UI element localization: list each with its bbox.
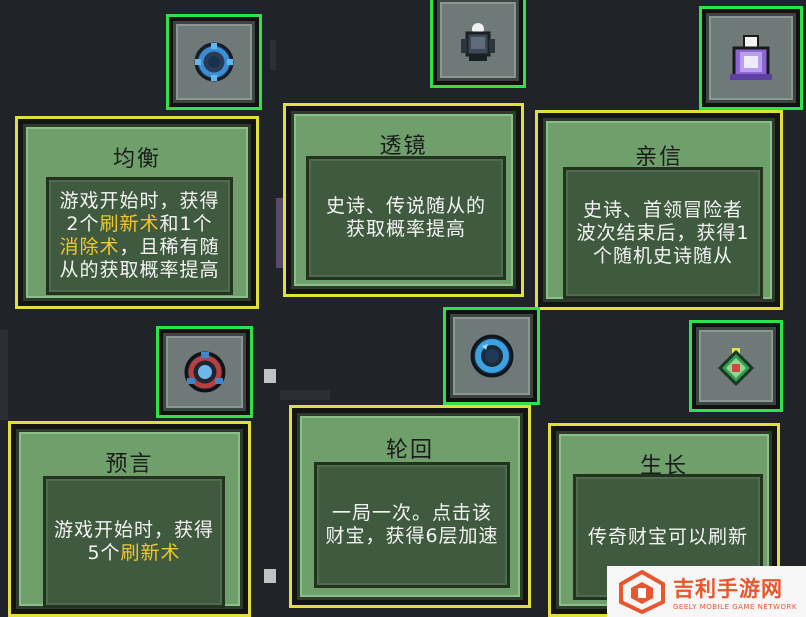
balance-icon-tile[interactable]	[166, 14, 262, 110]
card-description-text: 传奇财宝可以刷新	[587, 525, 748, 548]
watermark-logo-icon	[619, 569, 665, 614]
icon-frame	[437, 0, 519, 81]
card-description: 游戏开始时，获得2个刷新术和1个消除术，且稀有随从的获取概率提高	[46, 177, 233, 295]
card-title: 均衡	[112, 147, 161, 172]
card-description-text: 史诗、首领冒险者波次结束后，获得1个随机史诗随从	[576, 198, 750, 267]
card-description: 游戏开始时，获得5个刷新术	[43, 476, 225, 608]
growth-gem-icon	[717, 348, 755, 387]
treasure-selection-screen: 均衡 游戏开始时，获得2个刷新术和1个消除术，且稀有随从的获取概率提高 透镜 史…	[0, 0, 806, 617]
card-reincarnation[interactable]: 轮回 一局一次。点击该财宝，获得6层加速	[289, 405, 531, 608]
spell-remove-highlight: 消除术	[59, 236, 120, 258]
reincarnation-icon-tile[interactable]	[443, 307, 540, 405]
growth-icon-tile[interactable]	[689, 320, 783, 412]
card-balance[interactable]: 均衡 游戏开始时，获得2个刷新术和1个消除术，且稀有随从的获取概率提高	[15, 116, 259, 309]
card-body: 亲信 史诗、首领冒险者波次结束后，获得1个随机史诗随从	[543, 118, 775, 302]
background-detail	[264, 369, 276, 383]
background-detail	[280, 390, 330, 400]
lens-statue-icon	[461, 23, 495, 61]
reincarnation-ring-icon	[470, 334, 513, 378]
spell-refresh-highlight: 刷新术	[99, 213, 160, 235]
prophecy-orb-icon	[184, 351, 225, 393]
card-description: 史诗、首领冒险者波次结束后，获得1个随机史诗随从	[563, 167, 763, 299]
card-description-text: 一局一次。点击该财宝，获得6层加速	[325, 502, 499, 547]
balance-ring-icon	[194, 42, 234, 82]
card-body: 透镜 史诗、传说随从的获取概率提高	[291, 111, 516, 289]
background-detail	[270, 40, 276, 70]
card-title: 预言	[105, 452, 154, 477]
icon-frame	[163, 333, 246, 411]
lens-icon-tile[interactable]	[430, 0, 526, 88]
card-description-text: 游戏开始时，获得2个刷新术和1个消除术，且稀有随从的获取概率提高	[57, 190, 222, 282]
icon-frame	[706, 13, 796, 103]
watermark-subtitle: GEELY MOBILE GAME NETWORK	[673, 602, 797, 611]
watermark-text: 吉利手游网 GEELY MOBILE GAME NETWORK	[673, 573, 797, 611]
background-detail	[0, 330, 8, 420]
card-confidant[interactable]: 亲信 史诗、首领冒险者波次结束后，获得1个随机史诗随从	[535, 110, 783, 310]
card-body: 均衡 游戏开始时，获得2个刷新术和1个消除术，且稀有随从的获取概率提高	[23, 124, 251, 301]
spell-refresh-highlight: 刷新术	[120, 542, 181, 564]
card-body: 轮回 一局一次。点击该财宝，获得6层加速	[297, 413, 523, 600]
card-prophecy[interactable]: 预言 游戏开始时，获得5个刷新术	[8, 421, 251, 617]
icon-frame	[696, 327, 776, 405]
background-detail	[264, 569, 276, 583]
card-description: 史诗、传说随从的获取概率提高	[306, 156, 506, 280]
card-body: 预言 游戏开始时，获得5个刷新术	[16, 429, 243, 609]
confidant-banner-icon	[730, 35, 772, 80]
icon-frame	[173, 21, 255, 103]
prophecy-icon-tile[interactable]	[156, 326, 253, 418]
card-description-text: 史诗、传说随从的获取概率提高	[325, 195, 486, 240]
desc-text: 和1个	[159, 213, 213, 235]
confidant-icon-tile[interactable]	[699, 6, 803, 110]
card-description: 一局一次。点击该财宝，获得6层加速	[314, 462, 510, 588]
watermark: 吉利手游网 GEELY MOBILE GAME NETWORK	[607, 566, 806, 617]
icon-frame	[450, 314, 533, 398]
card-title: 轮回	[385, 438, 434, 463]
watermark-title: 吉利手游网	[673, 576, 783, 601]
card-description-text: 游戏开始时，获得5个刷新术	[54, 519, 214, 565]
card-lens[interactable]: 透镜 史诗、传说随从的获取概率提高	[283, 103, 524, 297]
